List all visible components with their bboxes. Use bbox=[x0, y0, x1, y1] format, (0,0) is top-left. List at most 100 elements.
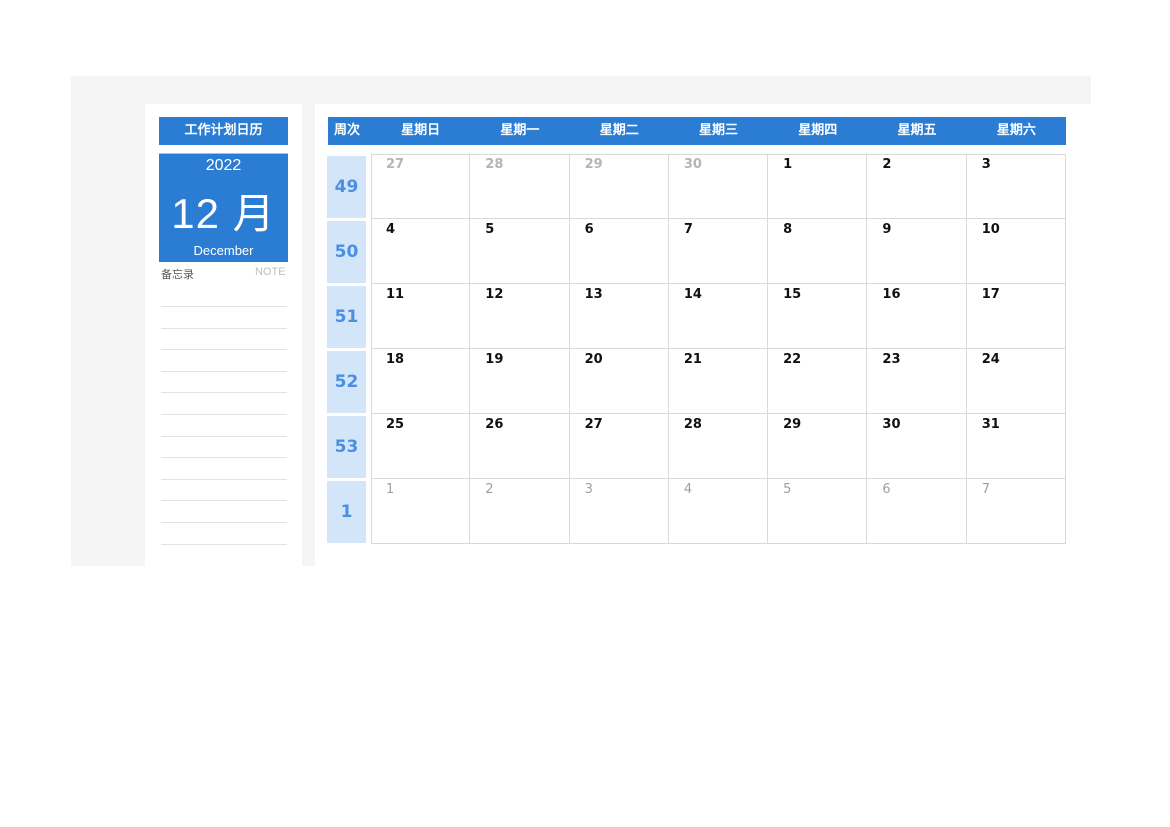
day-cell[interactable]: 26 bbox=[470, 414, 570, 479]
day-number: 24 bbox=[981, 352, 1000, 367]
weekday-header: 星期五 bbox=[897, 123, 937, 138]
memo-label: 备忘录 bbox=[161, 268, 194, 281]
note-line[interactable] bbox=[161, 370, 287, 372]
day-cell[interactable]: 9 bbox=[867, 219, 967, 284]
day-cell[interactable]: 15 bbox=[768, 284, 868, 349]
day-cell[interactable]: 4 bbox=[371, 219, 471, 284]
day-number: 30 bbox=[882, 417, 901, 432]
day-cell[interactable]: 29 bbox=[768, 414, 868, 479]
weekday-header: 星期三 bbox=[698, 123, 738, 138]
note-label: NOTE bbox=[255, 266, 286, 278]
calendar-title: 工作计划日历 bbox=[159, 117, 288, 145]
month-english-label: December bbox=[193, 243, 254, 258]
note-line[interactable] bbox=[161, 478, 287, 480]
day-cell[interactable]: 1 bbox=[371, 479, 471, 544]
note-line[interactable] bbox=[161, 543, 287, 545]
weekday-header: 星期四 bbox=[798, 123, 838, 138]
day-number: 28 bbox=[485, 157, 504, 172]
day-cell[interactable]: 1 bbox=[768, 154, 868, 219]
day-cell[interactable]: 7 bbox=[967, 479, 1066, 544]
day-number: 13 bbox=[584, 287, 603, 302]
note-line[interactable] bbox=[161, 349, 287, 351]
day-number: 3 bbox=[981, 157, 991, 172]
day-number: 20 bbox=[584, 352, 603, 367]
day-cell[interactable]: 11 bbox=[371, 284, 471, 349]
day-number: 2 bbox=[485, 482, 494, 497]
calendar-header: 周次 星期日 星期一 星期二 星期三 星期四 星期五 星期六 bbox=[328, 117, 1066, 145]
day-cell[interactable]: 2 bbox=[867, 154, 967, 219]
day-cell[interactable]: 25 bbox=[371, 414, 471, 479]
day-number: 27 bbox=[584, 417, 603, 432]
note-line[interactable] bbox=[161, 306, 287, 307]
note-line[interactable] bbox=[161, 414, 287, 415]
day-number: 4 bbox=[683, 482, 693, 497]
week-number: 52 bbox=[327, 351, 366, 413]
day-cell[interactable]: 16 bbox=[867, 284, 967, 349]
day-cell[interactable]: 22 bbox=[768, 349, 868, 414]
note-line[interactable] bbox=[161, 327, 287, 329]
week-number-header: 周次 bbox=[333, 123, 360, 138]
day-number: 8 bbox=[783, 222, 793, 237]
day-cell[interactable]: 4 bbox=[669, 479, 769, 544]
week-number: 53 bbox=[327, 416, 366, 478]
day-cell[interactable]: 6 bbox=[867, 479, 967, 544]
day-cell[interactable]: 3 bbox=[966, 154, 1066, 219]
day-cell[interactable]: 27 bbox=[371, 154, 471, 219]
day-cell[interactable]: 3 bbox=[570, 479, 669, 544]
day-cell[interactable]: 19 bbox=[470, 349, 570, 414]
day-cell[interactable]: 5 bbox=[470, 219, 570, 284]
day-number: 22 bbox=[783, 352, 802, 367]
month-label: 12 月 bbox=[171, 190, 276, 237]
day-cell[interactable]: 27 bbox=[569, 414, 669, 479]
day-cell[interactable]: 18 bbox=[371, 349, 471, 414]
day-cell[interactable]: 14 bbox=[668, 284, 769, 349]
week-number: 1 bbox=[327, 481, 366, 543]
day-cell[interactable]: 2 bbox=[470, 479, 570, 544]
day-number: 5 bbox=[783, 482, 792, 497]
day-cell[interactable]: 23 bbox=[867, 349, 967, 414]
day-number: 12 bbox=[485, 287, 504, 302]
day-number: 14 bbox=[683, 287, 702, 302]
week-number: 51 bbox=[327, 286, 366, 348]
day-number: 26 bbox=[485, 417, 504, 432]
day-cell[interactable]: 6 bbox=[569, 219, 669, 284]
weekday-header: 星期日 bbox=[401, 123, 441, 138]
day-cell[interactable]: 28 bbox=[470, 154, 570, 219]
day-cell[interactable]: 31 bbox=[966, 414, 1066, 479]
day-cell[interactable]: 10 bbox=[966, 219, 1066, 284]
note-line[interactable] bbox=[161, 522, 287, 523]
day-cell[interactable]: 30 bbox=[867, 414, 967, 479]
day-number: 21 bbox=[683, 352, 702, 367]
note-line[interactable] bbox=[161, 435, 287, 437]
day-number: 29 bbox=[584, 157, 603, 172]
day-number: 2 bbox=[882, 157, 892, 172]
weekday-header: 星期六 bbox=[996, 123, 1036, 138]
day-cell[interactable]: 21 bbox=[668, 349, 769, 414]
day-cell[interactable]: 13 bbox=[569, 284, 669, 349]
day-number: 25 bbox=[386, 417, 405, 432]
day-cell[interactable]: 17 bbox=[966, 284, 1066, 349]
day-cell[interactable]: 5 bbox=[768, 479, 868, 544]
day-cell[interactable]: 20 bbox=[569, 349, 669, 414]
day-cell[interactable]: 8 bbox=[768, 219, 868, 284]
note-line[interactable] bbox=[161, 392, 287, 394]
day-number: 29 bbox=[783, 417, 802, 432]
weekday-header: 星期二 bbox=[599, 123, 639, 138]
day-number: 31 bbox=[981, 417, 1000, 432]
day-cell[interactable]: 29 bbox=[569, 154, 669, 219]
year-label: 2022 bbox=[205, 157, 242, 174]
day-cell[interactable]: 24 bbox=[966, 349, 1066, 414]
day-number: 10 bbox=[981, 222, 1000, 237]
day-number: 23 bbox=[882, 352, 901, 367]
day-cell[interactable]: 30 bbox=[668, 154, 769, 219]
day-cell[interactable]: 7 bbox=[668, 219, 769, 284]
calendar-grid: 27 28 29 30 1 2 3 4 5 6 7 8 9 10 11 12 13 14 15 16 17 18 19 20 2… bbox=[371, 154, 1066, 544]
day-cell[interactable]: 12 bbox=[470, 284, 570, 349]
day-cell[interactable]: 28 bbox=[668, 414, 769, 479]
day-number: 28 bbox=[683, 417, 702, 432]
note-line[interactable] bbox=[161, 500, 287, 502]
day-number: 9 bbox=[882, 222, 892, 237]
day-number: 1 bbox=[386, 482, 395, 497]
day-number: 17 bbox=[981, 287, 1000, 302]
note-line[interactable] bbox=[161, 457, 287, 459]
